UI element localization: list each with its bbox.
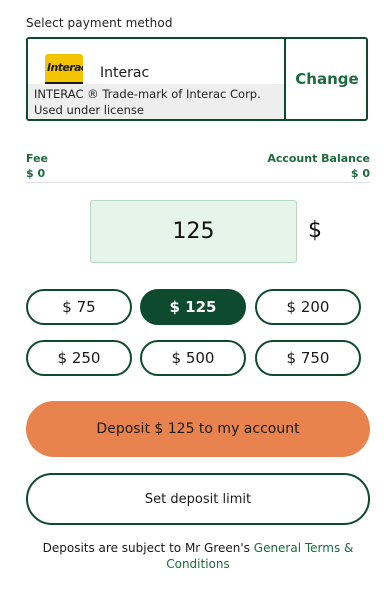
- trademark-disclaimer: INTERAC ® Trade-mark of Interac Corp. Us…: [28, 84, 284, 119]
- preset-amount-250[interactable]: $ 250: [26, 340, 132, 376]
- terms-prefix: Deposits are subject to Mr Green's: [42, 541, 250, 555]
- preset-amount-200[interactable]: $ 200: [255, 289, 361, 325]
- payment-method-card[interactable]: Interac Interac INTERAC ® Trade-mark of …: [26, 37, 368, 121]
- account-balance-label: Account Balance: [267, 152, 370, 165]
- payment-method-label: Select payment method: [26, 16, 173, 30]
- preset-amount-750[interactable]: $ 750: [255, 340, 361, 376]
- payment-method-info[interactable]: Interac Interac INTERAC ® Trade-mark of …: [28, 39, 286, 119]
- account-balance-value: $ 0: [350, 167, 370, 180]
- fee-balance-row: Fee $ 0 Account Balance $ 0: [26, 152, 370, 183]
- disclaimer-line-1: INTERAC ® Trade-mark of Interac Corp.: [34, 87, 261, 101]
- set-deposit-limit-button[interactable]: Set deposit limit: [26, 473, 370, 525]
- disclaimer-line-2: Used under license: [34, 103, 144, 117]
- fee-label: Fee: [26, 152, 48, 165]
- interac-logo-text: Interac: [47, 61, 83, 74]
- change-method-button[interactable]: Change: [286, 39, 366, 119]
- currency-symbol: $: [308, 218, 322, 243]
- deposit-button[interactable]: Deposit $ 125 to my account: [26, 401, 370, 457]
- preset-amount-500[interactable]: $ 500: [140, 340, 246, 376]
- fee-value: $ 0: [26, 167, 46, 180]
- preset-amount-125[interactable]: $ 125: [140, 289, 246, 325]
- deposit-amount-input[interactable]: 125: [90, 200, 297, 263]
- preset-amount-75[interactable]: $ 75: [26, 289, 132, 325]
- terms-notice: Deposits are subject to Mr Green's Gener…: [26, 540, 370, 572]
- payment-method-name: Interac: [100, 65, 150, 81]
